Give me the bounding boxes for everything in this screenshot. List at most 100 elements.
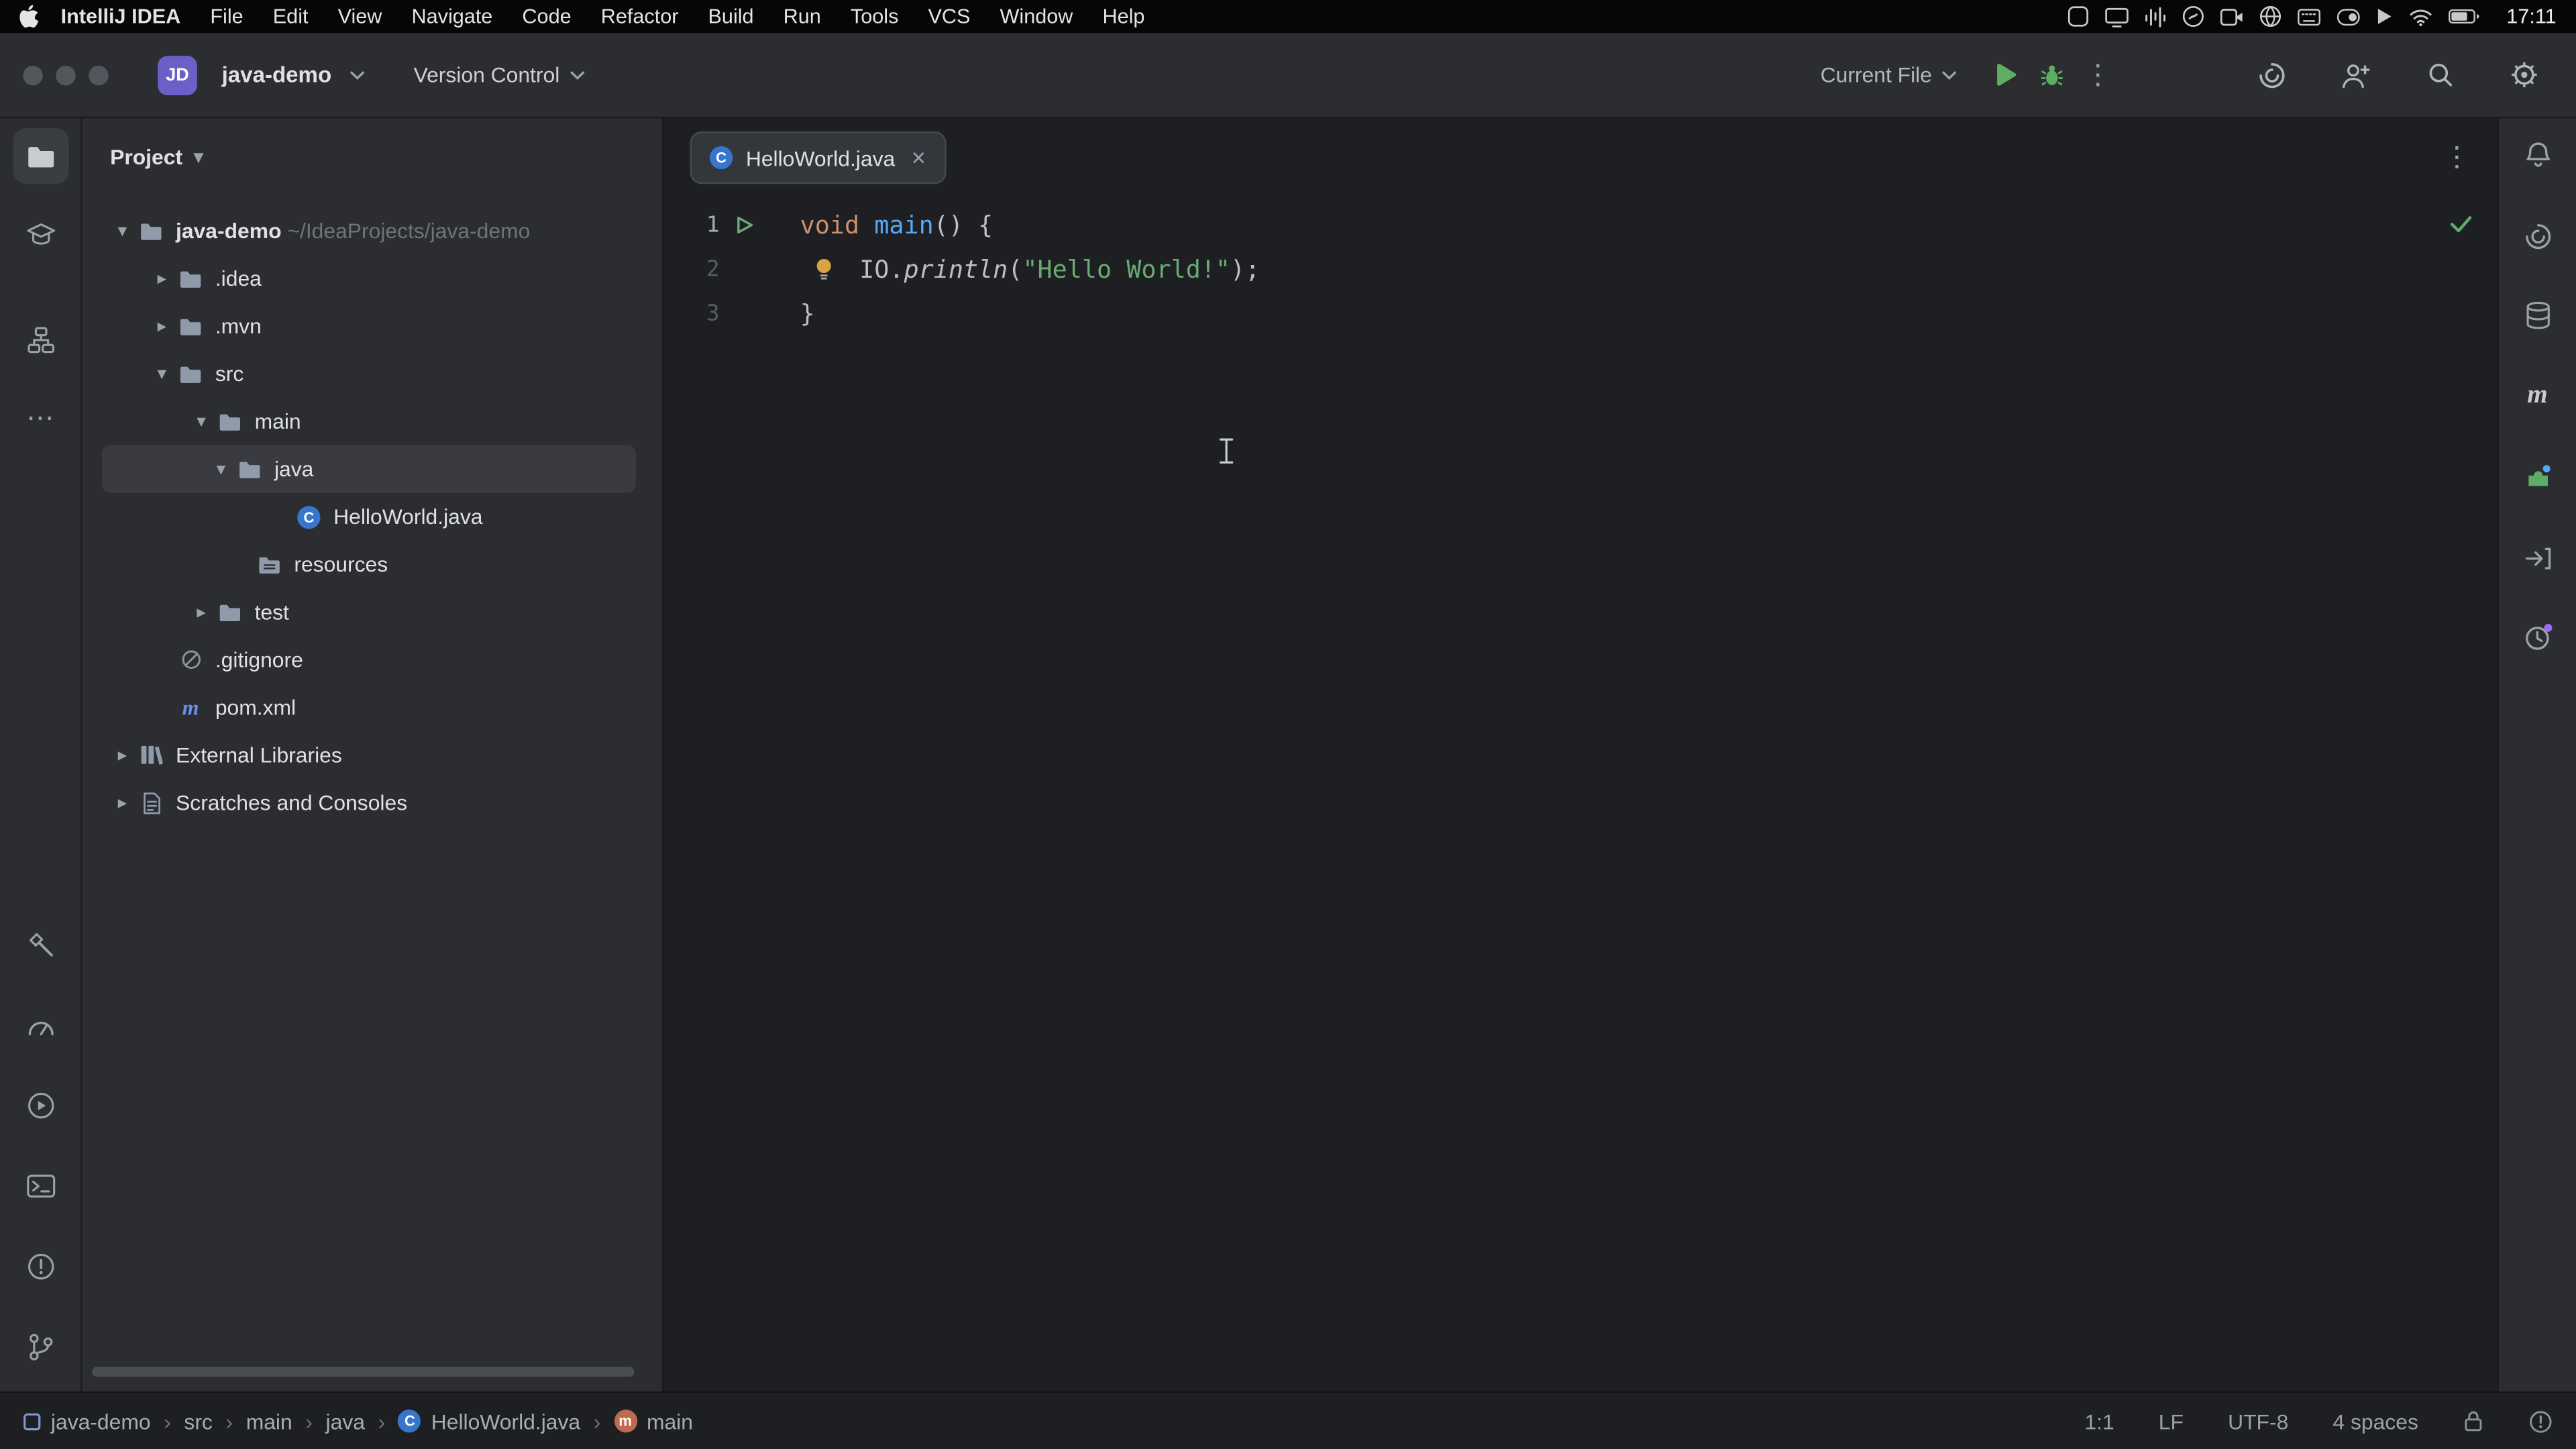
tree-item-idea[interactable]: ▸ .idea: [82, 255, 661, 303]
chevron-down-icon[interactable]: ▾: [187, 411, 215, 432]
editor-body[interactable]: 1 void main() { 2 IO.println("Hello Worl…: [663, 197, 2497, 1391]
menu-refactor[interactable]: Refactor: [586, 5, 694, 28]
database-icon[interactable]: [2524, 301, 2551, 329]
chevron-down-icon[interactable]: ▾: [207, 458, 235, 480]
profiler-gauge-icon[interactable]: [25, 1013, 55, 1038]
tree-item-external-libraries[interactable]: ▸ External Libraries: [82, 731, 661, 779]
close-tab-icon[interactable]: ×: [912, 146, 926, 170]
chevron-right-icon[interactable]: ▸: [187, 601, 215, 623]
editor-tab-helloworld[interactable]: C HelloWorld.java ×: [690, 131, 946, 184]
menu-navigate[interactable]: Navigate: [396, 5, 507, 28]
inspections-ok-check-icon[interactable]: [2449, 215, 2472, 233]
battery-icon[interactable]: [2447, 8, 2480, 24]
display-mirroring-icon[interactable]: [2104, 6, 2129, 28]
app-badge-icon[interactable]: [2066, 5, 2089, 28]
run-button[interactable]: [1983, 52, 2029, 98]
keyboard-icon[interactable]: [2296, 7, 2321, 25]
breadcrumb-java-dir[interactable]: java: [326, 1409, 365, 1434]
tab-options-kebab-icon[interactable]: ⋮: [2443, 142, 2471, 174]
maven-toolwindow-icon[interactable]: m: [2527, 383, 2547, 409]
tree-item-resources[interactable]: resources: [82, 541, 661, 588]
services-play-icon[interactable]: [25, 1091, 55, 1120]
indent-widget[interactable]: 4 spaces: [2332, 1409, 2418, 1434]
vcs-widget[interactable]: Version Control: [414, 62, 584, 87]
breadcrumb-project[interactable]: java-demo: [23, 1409, 150, 1434]
menu-app-name[interactable]: IntelliJ IDEA: [44, 5, 195, 28]
line-separator-widget[interactable]: LF: [2159, 1409, 2184, 1434]
window-minimize-button[interactable]: [56, 65, 75, 85]
breadcrumb-file[interactable]: C HelloWorld.java: [398, 1409, 580, 1434]
tree-item-src[interactable]: ▾ src: [82, 350, 661, 398]
ai-assistant-icon[interactable]: [2522, 222, 2552, 252]
play-icon[interactable]: [2375, 7, 2393, 26]
menu-code[interactable]: Code: [507, 5, 586, 28]
menu-build[interactable]: Build: [693, 5, 768, 28]
tree-item-gitignore[interactable]: .gitignore: [82, 636, 661, 684]
readonly-lock-icon[interactable]: [2463, 1409, 2484, 1432]
tree-item-test[interactable]: ▸ test: [82, 588, 661, 636]
tree-item-mvn[interactable]: ▸ .mvn: [82, 303, 661, 350]
more-toolwindows-icon[interactable]: ⋯: [26, 402, 54, 435]
menu-tools[interactable]: Tools: [836, 5, 914, 28]
tree-item-main[interactable]: ▾ main: [82, 398, 661, 445]
encoding-widget[interactable]: UTF-8: [2228, 1409, 2288, 1434]
inspections-widget-icon[interactable]: [2528, 1409, 2553, 1434]
audio-wave-icon[interactable]: [2143, 6, 2166, 28]
line-number[interactable]: 3: [663, 300, 719, 326]
menubar-clock[interactable]: 17:11: [2506, 5, 2556, 28]
run-configuration-selector[interactable]: Current File: [1821, 62, 1957, 87]
menu-view[interactable]: View: [323, 5, 397, 28]
settings-gear-icon[interactable]: [2500, 52, 2546, 98]
menu-vcs[interactable]: VCS: [913, 5, 985, 28]
tree-item-pom[interactable]: m pom.xml: [82, 684, 661, 731]
window-zoom-button[interactable]: [89, 65, 108, 85]
project-panel-header[interactable]: Project ▾: [82, 118, 661, 194]
chevron-right-icon[interactable]: ▸: [109, 744, 137, 765]
notifications-bell-icon[interactable]: [2524, 140, 2552, 168]
enter-arrow-icon[interactable]: [2524, 546, 2552, 571]
wifi-icon[interactable]: [2408, 7, 2432, 25]
line-number[interactable]: 2: [663, 256, 719, 282]
camera-icon[interactable]: [2219, 7, 2244, 25]
menu-run[interactable]: Run: [769, 5, 836, 28]
tree-item-project-root[interactable]: ▾ java-demo ~/IdeaProjects/java-demo: [82, 207, 661, 255]
globe-icon[interactable]: [2258, 5, 2281, 28]
horizontal-scrollbar[interactable]: [92, 1367, 634, 1377]
recent-history-icon[interactable]: [2522, 623, 2552, 652]
ai-assistant-icon[interactable]: [2249, 52, 2296, 98]
breadcrumb-method[interactable]: m main: [614, 1409, 693, 1434]
run-gutter-icon[interactable]: [736, 215, 754, 234]
project-widget[interactable]: JD java-demo: [158, 55, 364, 95]
menu-help[interactable]: Help: [1087, 5, 1159, 28]
tree-item-scratches[interactable]: ▸ Scratches and Consoles: [82, 779, 661, 826]
tree-item-java-selected[interactable]: ▾ java: [102, 445, 636, 493]
build-hammer-icon[interactable]: [26, 930, 54, 959]
shazam-icon[interactable]: [2181, 5, 2204, 28]
code-with-me-icon[interactable]: [2333, 52, 2379, 98]
git-branch-icon[interactable]: [27, 1332, 53, 1362]
breadcrumb-src[interactable]: src: [184, 1409, 212, 1434]
apple-icon[interactable]: [19, 4, 41, 29]
terminal-icon[interactable]: [25, 1173, 55, 1199]
more-actions-button[interactable]: ⋮: [2075, 52, 2121, 98]
control-center-icon[interactable]: [2336, 7, 2361, 25]
window-close-button[interactable]: [23, 65, 42, 85]
menu-window[interactable]: Window: [985, 5, 1087, 28]
menu-file[interactable]: File: [195, 5, 258, 28]
puzzle-plugin-icon[interactable]: [2524, 462, 2552, 490]
intention-bulb-icon[interactable]: [813, 256, 835, 281]
chevron-right-icon[interactable]: ▸: [148, 268, 176, 289]
menu-edit[interactable]: Edit: [258, 5, 323, 28]
debug-button[interactable]: [2029, 52, 2075, 98]
search-everywhere-icon[interactable]: [2416, 52, 2463, 98]
project-toolwindow-button[interactable]: [12, 128, 68, 184]
chevron-down-icon[interactable]: ▾: [109, 220, 137, 241]
chevron-right-icon[interactable]: ▸: [109, 792, 137, 813]
caret-position-widget[interactable]: 1:1: [2084, 1409, 2114, 1434]
tree-item-helloworld[interactable]: C HelloWorld.java: [82, 493, 661, 541]
chevron-down-icon[interactable]: ▾: [148, 363, 176, 384]
breadcrumb-main-dir[interactable]: main: [246, 1409, 292, 1434]
structure-icon[interactable]: [26, 326, 54, 354]
problems-icon[interactable]: [25, 1252, 55, 1281]
line-number[interactable]: 1: [663, 211, 719, 237]
